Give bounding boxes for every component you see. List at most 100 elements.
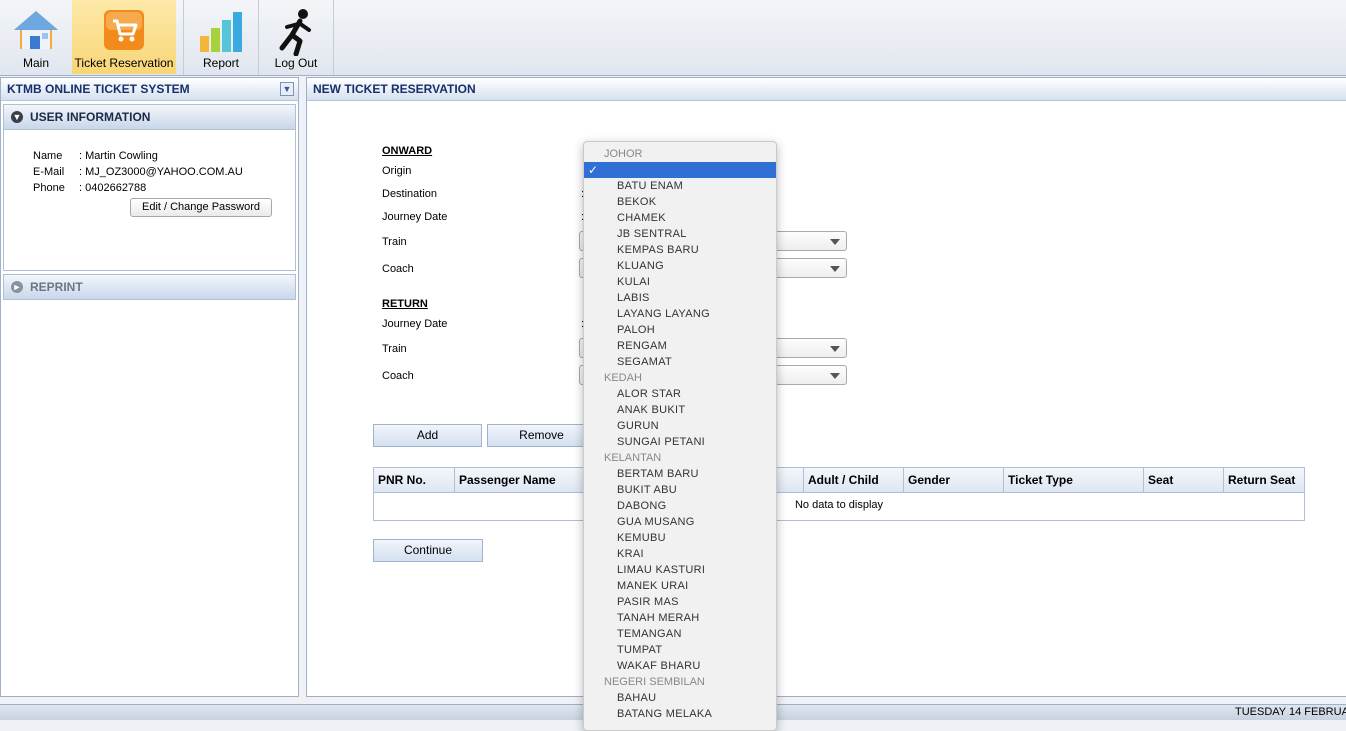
col-ticket-type[interactable]: Ticket Type [1004, 468, 1144, 492]
dropdown-group-label: JOHOR [604, 148, 643, 160]
dropdown-option[interactable]: ANAK BUKIT [584, 402, 776, 418]
dropdown-option[interactable]: BATU ENAM [584, 178, 776, 194]
col-gender[interactable]: Gender [904, 468, 1004, 492]
reprint-header[interactable]: ► REPRINT [3, 274, 296, 300]
dropdown-option[interactable]: MANEK URAI [584, 578, 776, 594]
origin-dropdown-list[interactable]: JOHOR ✓ BATU ENAM BEKOK CHAMEK JB SENTRAL KEMP… [583, 141, 777, 731]
return-journey-date-label: Journey Date [382, 318, 448, 330]
dropdown-option[interactable]: LIMAU KASTURI [584, 562, 776, 578]
dropdown-option[interactable]: LAYANG LAYANG [584, 306, 776, 322]
edit-password-button[interactable]: Edit / Change Password [130, 198, 272, 217]
grid-header: PNR No. Passenger Name Adult / Child Gen… [374, 468, 1304, 493]
name-label: Name [33, 150, 63, 162]
dropdown-option[interactable]: JB SENTRAL [584, 226, 776, 242]
dropdown-option[interactable]: BERTAM BARU [584, 466, 776, 482]
dropdown-option[interactable]: DABONG [584, 498, 776, 514]
main-button[interactable]: Main [0, 0, 72, 74]
dropdown-option[interactable]: ALOR STAR [584, 386, 776, 402]
cart-icon [104, 10, 144, 50]
main-panel: NEW TICKET RESERVATION ONWARD Origin Des… [306, 77, 1346, 697]
ticket-reservation-button[interactable]: Ticket Reservation [72, 0, 176, 74]
chevron-down-icon [830, 266, 840, 272]
dropdown-option[interactable]: BEKOK [584, 194, 776, 210]
logout-label: Log Out [274, 56, 318, 70]
email-value: : MJ_OZ3000@YAHOO.COM.AU [79, 166, 243, 178]
chevron-down-icon [830, 346, 840, 352]
dropdown-option[interactable]: BUKIT ABU [584, 482, 776, 498]
house-icon [14, 11, 58, 49]
user-information-box: Name : Martin Cowling E-Mail : MJ_OZ3000@Y… [3, 130, 296, 271]
dropdown-option[interactable]: PALOH [584, 322, 776, 338]
user-email-row: E-Mail : MJ_OZ3000@YAHOO.COM.AU [33, 166, 243, 178]
dropdown-option[interactable]: TEMANGAN [584, 626, 776, 642]
main-panel-title: NEW TICKET RESERVATION [307, 78, 1346, 101]
ticket-reservation-label: Ticket Reservation [74, 56, 174, 70]
dropdown-option[interactable]: WAKAF BHARU [584, 658, 776, 674]
dropdown-option[interactable]: KEMUBU [584, 530, 776, 546]
no-data-message: No data to display [794, 499, 884, 511]
dropdown-option[interactable]: PASIR MAS [584, 594, 776, 610]
new-ticket-title: NEW TICKET RESERVATION [313, 82, 476, 96]
reprint-label: REPRINT [30, 280, 83, 294]
col-adult-child[interactable]: Adult / Child [804, 468, 904, 492]
user-phone-row: Phone : 0402662788 [33, 182, 146, 194]
col-passenger-name[interactable]: Passenger Name [455, 468, 585, 492]
main-label: Main [22, 56, 49, 70]
dropdown-option[interactable]: BAHAU [584, 690, 776, 706]
dropdown-option[interactable]: KLUANG [584, 258, 776, 274]
report-label: Report [202, 56, 240, 70]
user-information-label: USER INFORMATION [30, 110, 151, 124]
name-value: : Martin Cowling [79, 150, 158, 162]
col-seat[interactable]: Seat [1144, 468, 1224, 492]
dropdown-option[interactable]: TUMPAT [584, 642, 776, 658]
phone-value: : 0402662788 [79, 182, 147, 194]
dropdown-group-label: KELANTAN [604, 452, 662, 464]
dropdown-option[interactable]: KEMPAS BARU [584, 242, 776, 258]
chevron-down-icon [830, 239, 840, 245]
email-label: E-Mail [33, 166, 65, 178]
left-panel: KTMB ONLINE TICKET SYSTEM ▼ ▼ USER INFOR… [0, 77, 299, 697]
dropdown-option[interactable]: RENGAM [584, 338, 776, 354]
dropdown-option[interactable]: KULAI [584, 274, 776, 290]
coach-label: Coach [382, 263, 414, 275]
add-button[interactable]: Add [373, 424, 482, 447]
dropdown-option[interactable]: SEGAMAT [584, 354, 776, 370]
bar-chart-icon [200, 12, 242, 52]
report-button[interactable]: Report [184, 0, 258, 74]
dropdown-group-label: NEGERI SEMBILAN [604, 676, 705, 688]
dropdown-option[interactable]: LABIS [584, 290, 776, 306]
dropdown-option[interactable]: TANAH MERAH [584, 610, 776, 626]
status-date: TUESDAY 14 FEBRUARY [1235, 706, 1346, 718]
pin-icon[interactable]: ▼ [280, 82, 294, 96]
phone-label: Phone [33, 182, 65, 194]
dropdown-option[interactable]: GURUN [584, 418, 776, 434]
col-pnr[interactable]: PNR No. [374, 468, 455, 492]
dropdown-option[interactable]: SUNGAI PETANI [584, 434, 776, 450]
origin-label: Origin [382, 165, 412, 177]
dropdown-option[interactable]: CHAMEK [584, 210, 776, 226]
logout-button[interactable]: Log Out [259, 0, 333, 74]
toolbar-divider [333, 0, 334, 75]
journey-date-label: Journey Date [382, 211, 448, 223]
expand-icon: ► [11, 281, 23, 293]
col-return-seat[interactable]: Return Seat [1224, 468, 1304, 492]
remove-button[interactable]: Remove [487, 424, 596, 447]
dropdown-selected-option[interactable]: ✓ [584, 162, 776, 178]
dropdown-option[interactable]: GUA MUSANG [584, 514, 776, 530]
continue-button[interactable]: Continue [373, 539, 483, 562]
toolbar: Main Ticket Reservation Report Log Out [0, 0, 1346, 76]
left-panel-title: KTMB ONLINE TICKET SYSTEM ▼ [1, 78, 298, 101]
return-section-label: RETURN [382, 298, 428, 310]
chevron-down-icon [830, 373, 840, 379]
train-label: Train [382, 236, 407, 248]
checkmark-icon: ✓ [588, 163, 599, 177]
user-name-row: Name : Martin Cowling [33, 150, 158, 162]
user-information-header[interactable]: ▼ USER INFORMATION [3, 104, 296, 130]
system-title: KTMB ONLINE TICKET SYSTEM [7, 82, 190, 96]
return-train-label: Train [382, 343, 407, 355]
collapse-icon: ▼ [11, 111, 23, 123]
dropdown-option[interactable]: BATANG MELAKA [584, 706, 776, 722]
passenger-grid: PNR No. Passenger Name Adult / Child Gen… [373, 467, 1305, 521]
running-man-icon [279, 9, 311, 56]
dropdown-option[interactable]: KRAI [584, 546, 776, 562]
